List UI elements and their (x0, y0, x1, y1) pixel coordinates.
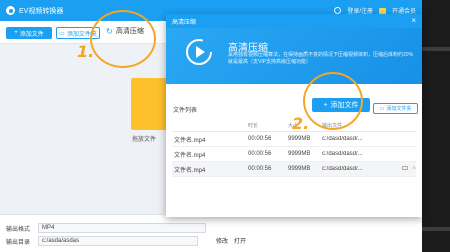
file-size: 9999MB (288, 136, 311, 142)
folder-icon: ▭ (59, 30, 65, 37)
folder-illustration (131, 78, 171, 130)
output-format-label: 输出格式 (6, 226, 31, 233)
file-path: c:/dasd/dasd/... (322, 136, 363, 142)
file-name: 文件名.mp4 (174, 137, 206, 144)
modify-button[interactable]: 修改 (216, 235, 228, 245)
background-window-sliver (422, 0, 450, 252)
add-file-button[interactable]: + 添加文件 (6, 27, 52, 39)
dialog-description: 采用独有视频压缩算法，在保持画质不变的情况下压缩视频体积，压缩后体积约20%就是… (228, 52, 414, 65)
row-actions: × (386, 166, 416, 172)
output-format-row: 输出格式 MP4 (6, 222, 206, 234)
output-dir-label: 输出目录 (6, 239, 31, 246)
annotation-step-2: 2. (292, 114, 310, 133)
file-duration: 00:00:56 (248, 166, 272, 172)
file-name: 文件名.mp4 (174, 152, 206, 159)
file-size: 9999MB (288, 151, 311, 157)
folder-icon: ▭ (379, 105, 385, 112)
col-duration: 时长 (248, 123, 259, 129)
file-path: c:/dasd/dasd/... (322, 151, 363, 157)
user-icon[interactable] (334, 7, 342, 14)
file-name: 文件名.mp4 (174, 167, 206, 174)
file-path: c:/dasd/dasd/... (322, 166, 363, 172)
dialog-add-folder-button[interactable]: ▭ 添加文件夹 (373, 103, 418, 114)
dialog-titlebar: 高清压缩 × (166, 14, 422, 28)
file-size: 9999MB (288, 166, 311, 172)
compress-icon (186, 39, 212, 65)
dialog-header: 高清压缩 采用独有视频压缩算法，在保持画质不变的情况下压缩视频体积，压缩后体积约… (166, 28, 422, 84)
vip-icon[interactable] (378, 7, 386, 14)
table-row[interactable]: 文件名.mp4 00:00:56 9999MB c:/dasd/dasd/...… (172, 162, 416, 177)
close-icon[interactable]: × (411, 17, 416, 25)
output-settings: 输出格式 MP4 输出目录 c:/asda/asdas 修改 打开 (0, 214, 422, 252)
annotation-circle-2 (303, 72, 363, 130)
remove-icon[interactable]: × (412, 166, 416, 172)
background-bar (422, 47, 450, 51)
table-row[interactable]: 文件名.mp4 00:00:56 9999MB c:/dasd/dasd/... (172, 132, 416, 147)
dialog-add-folder-label: 添加文件夹 (386, 106, 412, 112)
open-button[interactable]: 打开 (234, 235, 246, 245)
background-bar (422, 227, 450, 231)
file-list-title: 文件列表 (173, 108, 198, 114)
table-row[interactable]: 文件名.mp4 00:00:56 9999MB c:/dasd/dasd/... (172, 147, 416, 162)
file-duration: 00:00:56 (248, 151, 272, 157)
plus-icon: + (14, 30, 18, 36)
file-duration: 00:00:56 (248, 136, 272, 142)
drop-hint: 拖放文件 (132, 137, 157, 143)
output-dir-row: 输出目录 c:/asda/asdas (6, 235, 198, 247)
app-title: EV视频转换器 (19, 7, 64, 15)
app-logo-icon (6, 6, 15, 15)
output-dir-field[interactable]: c:/asda/asdas (38, 236, 198, 246)
annotation-circle-1 (90, 10, 156, 68)
add-file-label: 添加文件 (19, 31, 44, 38)
open-folder-icon[interactable] (402, 166, 409, 170)
dialog-title: 高清压缩 (172, 19, 197, 26)
annotation-step-1: 1. (77, 42, 95, 61)
output-format-select[interactable]: MP4 (38, 223, 206, 233)
